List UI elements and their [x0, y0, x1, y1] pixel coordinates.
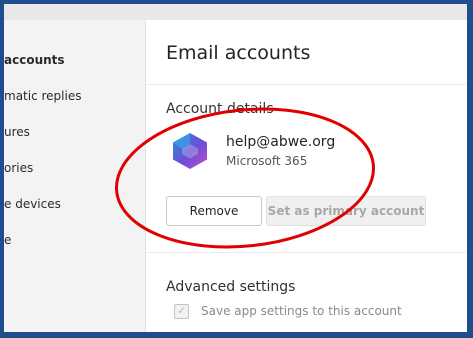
settings-window: accounts matic replies ures ories e devi… — [4, 4, 467, 332]
remove-account-button[interactable]: Remove — [166, 196, 262, 226]
account-type: Microsoft 365 — [226, 154, 308, 168]
sidebar-item-accounts[interactable]: accounts — [4, 53, 65, 67]
settings-sidebar: accounts matic replies ures ories e devi… — [4, 20, 144, 332]
microsoft-365-logo-icon — [173, 133, 207, 169]
account-email: help@abwe.org — [226, 134, 336, 150]
window-top-bar — [4, 4, 467, 20]
section-divider — [146, 252, 467, 253]
save-settings-label: Save app settings to this account — [201, 304, 402, 318]
email-accounts-panel: Email accounts Account details help@abwe… — [145, 20, 467, 332]
sidebar-item-signatures[interactable]: ures — [4, 125, 30, 139]
advanced-settings-heading: Advanced settings — [166, 279, 296, 295]
sidebar-item-devices[interactable]: e devices — [4, 197, 61, 211]
sidebar-item-other[interactable]: e — [4, 233, 11, 247]
set-primary-account-button[interactable]: Set as primary account — [266, 196, 426, 226]
title-divider — [146, 84, 467, 85]
account-details-heading: Account details — [166, 101, 274, 117]
save-settings-checkbox[interactable]: ✓ — [174, 304, 189, 319]
page-title: Email accounts — [166, 42, 311, 64]
sidebar-item-automatic-replies[interactable]: matic replies — [4, 89, 81, 103]
sidebar-item-categories[interactable]: ories — [4, 161, 33, 175]
